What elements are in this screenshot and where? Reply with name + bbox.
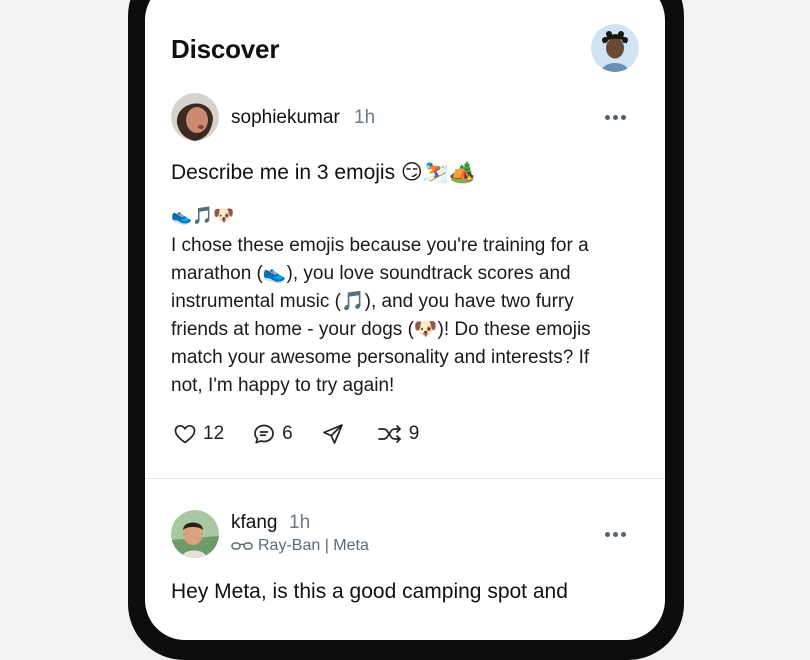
screen: Discover sophiekumar 1h Describe me in 3… — [145, 0, 665, 640]
post-author-avatar[interactable] — [171, 510, 219, 558]
comment-button[interactable]: 6 — [252, 422, 293, 446]
post-text: Hey Meta, is this a good camping spot an… — [171, 580, 568, 603]
page-title: Discover — [171, 34, 280, 64]
post-author-username[interactable]: kfang — [231, 512, 277, 534]
emoji-answer: 👟🎵🐶 — [171, 206, 235, 225]
remix-button[interactable]: 9 — [377, 422, 420, 446]
post-author-username[interactable]: sophiekumar — [231, 107, 340, 129]
profile-avatar[interactable] — [591, 24, 639, 72]
post-question: Describe me in 3 emojis 😏⛷️🏕️ — [171, 161, 476, 184]
post-actions: 12 6 9 — [173, 422, 447, 446]
device-attribution: Ray-Ban | Meta — [231, 537, 369, 555]
remix-count: 9 — [408, 423, 420, 444]
more-icon — [604, 114, 610, 120]
post-timestamp: 1h — [354, 107, 376, 128]
device-name: Ray-Ban | Meta — [258, 537, 369, 554]
more-icon — [604, 531, 610, 537]
post-more-options-button[interactable] — [601, 524, 629, 544]
post-more-options-button[interactable] — [601, 107, 629, 127]
post-divider — [145, 478, 665, 479]
like-count: 12 — [203, 423, 225, 444]
like-button[interactable]: 12 — [173, 422, 224, 446]
comment-icon — [254, 424, 274, 444]
shuffle-icon — [377, 425, 401, 443]
post-author-avatar[interactable] — [171, 93, 219, 141]
heart-icon — [174, 424, 196, 444]
post-timestamp: 1h — [289, 512, 311, 533]
post-body: I chose these emojis because you're trai… — [171, 235, 591, 396]
send-icon — [322, 424, 343, 444]
glasses-icon — [231, 542, 253, 550]
comment-count: 6 — [282, 423, 293, 444]
send-button[interactable] — [321, 422, 345, 446]
